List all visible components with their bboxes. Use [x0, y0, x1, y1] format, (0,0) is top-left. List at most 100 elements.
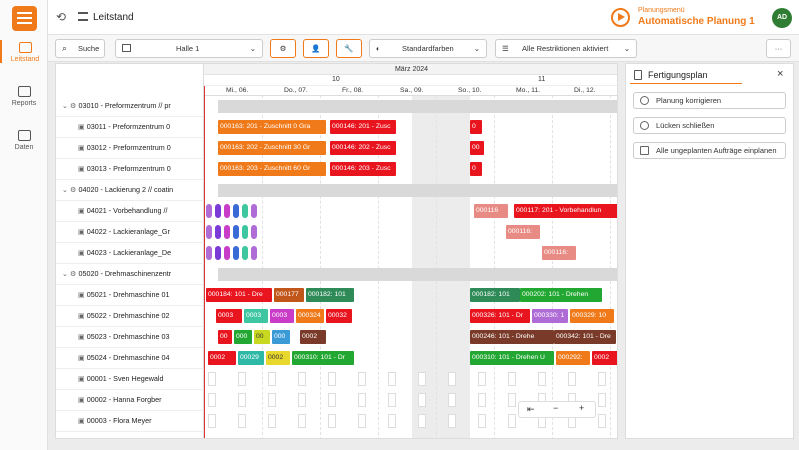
- gantt-bar[interactable]: 0002: [266, 351, 290, 365]
- gantt-bar[interactable]: 000326: 101 - Dr: [470, 309, 530, 323]
- gantt-bar[interactable]: 000184: 101 - Dre: [206, 288, 272, 302]
- app-logo-icon[interactable]: [12, 6, 37, 31]
- gantt-mini-bar[interactable]: [251, 225, 257, 239]
- play-icon[interactable]: [611, 8, 630, 27]
- gantt-bar[interactable]: 0003: [270, 309, 294, 323]
- history-icon[interactable]: ⟲: [56, 10, 66, 24]
- gantt-bar[interactable]: 000324: [296, 309, 324, 323]
- gantt-mini-bar[interactable]: [215, 204, 221, 218]
- gantt-mini-bar[interactable]: [233, 225, 239, 239]
- gantt-mini-bar[interactable]: [233, 246, 239, 260]
- gantt-bar[interactable]: 000182: 101: [470, 288, 520, 302]
- gantt-mini-bar[interactable]: [206, 225, 212, 239]
- resource-group-row[interactable]: ⌄ ⚙ 03010 - Preformzentrum // pr: [56, 96, 204, 117]
- gantt-bar[interactable]: 000116: [474, 204, 508, 218]
- avatar[interactable]: AD: [772, 8, 792, 28]
- resource-row[interactable]: ▣ 05022 - Drehmaschine 02: [56, 306, 204, 327]
- nav-item-reports[interactable]: Reports: [0, 86, 48, 107]
- resource-group-row[interactable]: ⌄ ⚙ 04020 - Lackierung 2 // coatin: [56, 180, 204, 201]
- gantt-bar[interactable]: 000: [272, 330, 290, 344]
- resource-row[interactable]: ▣ 05023 - Drehmaschine 03: [56, 327, 204, 348]
- user-filter-button[interactable]: 👤: [303, 39, 329, 58]
- gantt-bar[interactable]: 000177: [274, 288, 304, 302]
- gantt-bar[interactable]: 000116:: [506, 225, 540, 239]
- zoom-out-icon[interactable]: −: [553, 403, 558, 413]
- correct-plan-button[interactable]: Planung korrigieren: [633, 92, 786, 109]
- timeline[interactable]: März 2024 10 11 Mi., 06. Do., 07. Fr., 08.…: [204, 64, 617, 438]
- nav-item-leitstand[interactable]: Leitstand: [0, 40, 48, 63]
- gantt-bar[interactable]: 000329: 10: [570, 309, 614, 323]
- gantt-mini-bar[interactable]: [206, 246, 212, 260]
- gantt-bar[interactable]: 000116:: [542, 246, 576, 260]
- expand-chevron-icon[interactable]: ⌄ ⚙: [62, 101, 78, 110]
- close-icon[interactable]: ×: [777, 68, 783, 80]
- gantt-bar[interactable]: 000330: 1: [532, 309, 568, 323]
- expand-chevron-icon[interactable]: ⌄ ⚙: [62, 185, 78, 194]
- resource-row[interactable]: ▣ 03013 - Preformzentrum 0: [56, 159, 204, 180]
- gantt-mini-bar[interactable]: [224, 225, 230, 239]
- resource-row[interactable]: ▣ 04021 - Vorbehandlung //: [56, 201, 204, 222]
- expand-chevron-icon[interactable]: ⌄ ⚙: [62, 269, 78, 278]
- gantt-mini-bar[interactable]: [233, 204, 239, 218]
- gantt-mini-bar[interactable]: [224, 246, 230, 260]
- gantt-bar[interactable]: 0002: [208, 351, 236, 365]
- gantt-bar[interactable]: 000342: 101 - Dre: [554, 330, 616, 344]
- planning-menu-label[interactable]: Planungsmenü: [638, 7, 685, 14]
- gantt-bar[interactable]: 0003: [244, 309, 268, 323]
- gantt-bar[interactable]: 000310: 101 - Dr: [292, 351, 354, 365]
- gantt-mini-bar[interactable]: [251, 204, 257, 218]
- gantt-bar[interactable]: 0: [470, 162, 482, 176]
- gantt-bar[interactable]: 00: [218, 330, 232, 344]
- gantt-bar[interactable]: 0002: [592, 351, 617, 365]
- gantt-bar[interactable]: 000310: 101 - Drehen U: [470, 351, 554, 365]
- search-button[interactable]: ⌕ Suche: [55, 39, 105, 58]
- hall-select[interactable]: Halle 1 ⌄: [115, 39, 263, 58]
- resource-row[interactable]: ▣ 03012 - Preformzentrum 0: [56, 138, 204, 159]
- gantt-bar[interactable]: 000182: 101: [306, 288, 354, 302]
- gantt-bar[interactable]: 000146: 201 - Zusc: [330, 120, 396, 134]
- gantt-mini-bar[interactable]: [251, 246, 257, 260]
- gantt-mini-bar[interactable]: [206, 204, 212, 218]
- gantt-mini-bar[interactable]: [224, 204, 230, 218]
- gantt-bar[interactable]: 00: [470, 141, 484, 155]
- schedule-all-button[interactable]: Alle ungeplanten Aufträge einplanen: [633, 142, 786, 159]
- resource-row[interactable]: ▣ 00003 - Flora Meyer: [56, 411, 204, 432]
- gantt-bar[interactable]: 00: [254, 330, 270, 344]
- gantt-bar[interactable]: 000146: 202 - Zusc: [330, 141, 396, 155]
- gantt-bar[interactable]: 000163: 201 - Zuschnitt 0 Gra: [218, 120, 326, 134]
- tool-button[interactable]: 🔧: [336, 39, 362, 58]
- gantt-bar[interactable]: 000246: 101 - Drehe: [470, 330, 554, 344]
- resource-row[interactable]: ▣ 00002 - Hanna Forgber: [56, 390, 204, 411]
- more-button[interactable]: ···: [766, 39, 791, 58]
- gantt-mini-bar[interactable]: [242, 204, 248, 218]
- gantt-bar[interactable]: 0003: [216, 309, 242, 323]
- gantt-bar[interactable]: 0: [470, 120, 482, 134]
- planning-action-label[interactable]: Automatische Planung 1: [638, 16, 755, 27]
- resource-row[interactable]: ▣ 04022 - Lackieranlage_Gr: [56, 222, 204, 243]
- gantt-mini-bar[interactable]: [242, 246, 248, 260]
- resource-row[interactable]: ▣ 03011 - Preformzentrum 0: [56, 117, 204, 138]
- gantt-bar[interactable]: 0002: [300, 330, 326, 344]
- gantt-mini-bar[interactable]: [242, 225, 248, 239]
- gantt-bar[interactable]: 000: [234, 330, 252, 344]
- restrictions-select[interactable]: ☰ Alle Restriktionen aktiviert ⌄: [495, 39, 637, 58]
- gantt-bar[interactable]: 000202: 101 - Drehen: [520, 288, 602, 302]
- nav-item-daten[interactable]: Daten: [0, 130, 48, 151]
- resource-row[interactable]: ▣ 05021 - Drehmaschine 01: [56, 285, 204, 306]
- resource-row[interactable]: ▣ 05024 - Drehmaschine 04: [56, 348, 204, 369]
- resource-row[interactable]: ▣ 04023 - Lackieranlage_De: [56, 243, 204, 264]
- zoom-in-icon[interactable]: +: [579, 403, 584, 413]
- settings-button[interactable]: ⚙: [270, 39, 296, 58]
- close-gaps-button[interactable]: Lücken schließen: [633, 117, 786, 134]
- gantt-bar[interactable]: 000163: 203 - Zuschnitt 60 Gr: [218, 162, 326, 176]
- gantt-bar[interactable]: 000146: 203 - Zusc: [330, 162, 396, 176]
- gantt-bar[interactable]: 000292:: [556, 351, 590, 365]
- gantt-mini-bar[interactable]: [215, 246, 221, 260]
- resource-group-row[interactable]: ⌄ ⚙ 05020 - Drehmaschinenzentr: [56, 264, 204, 285]
- gantt-bar[interactable]: 00032: [326, 309, 352, 323]
- gantt-bar[interactable]: 000117: 201 - Vorbehandlun: [514, 204, 617, 218]
- zoom-first-button[interactable]: ⇤: [527, 404, 535, 415]
- resource-row[interactable]: ▣ 00001 - Sven Hegewald: [56, 369, 204, 390]
- gantt-bar[interactable]: 00029: [238, 351, 264, 365]
- color-scheme-select[interactable]: ◐ Standardfarben ⌄: [369, 39, 487, 58]
